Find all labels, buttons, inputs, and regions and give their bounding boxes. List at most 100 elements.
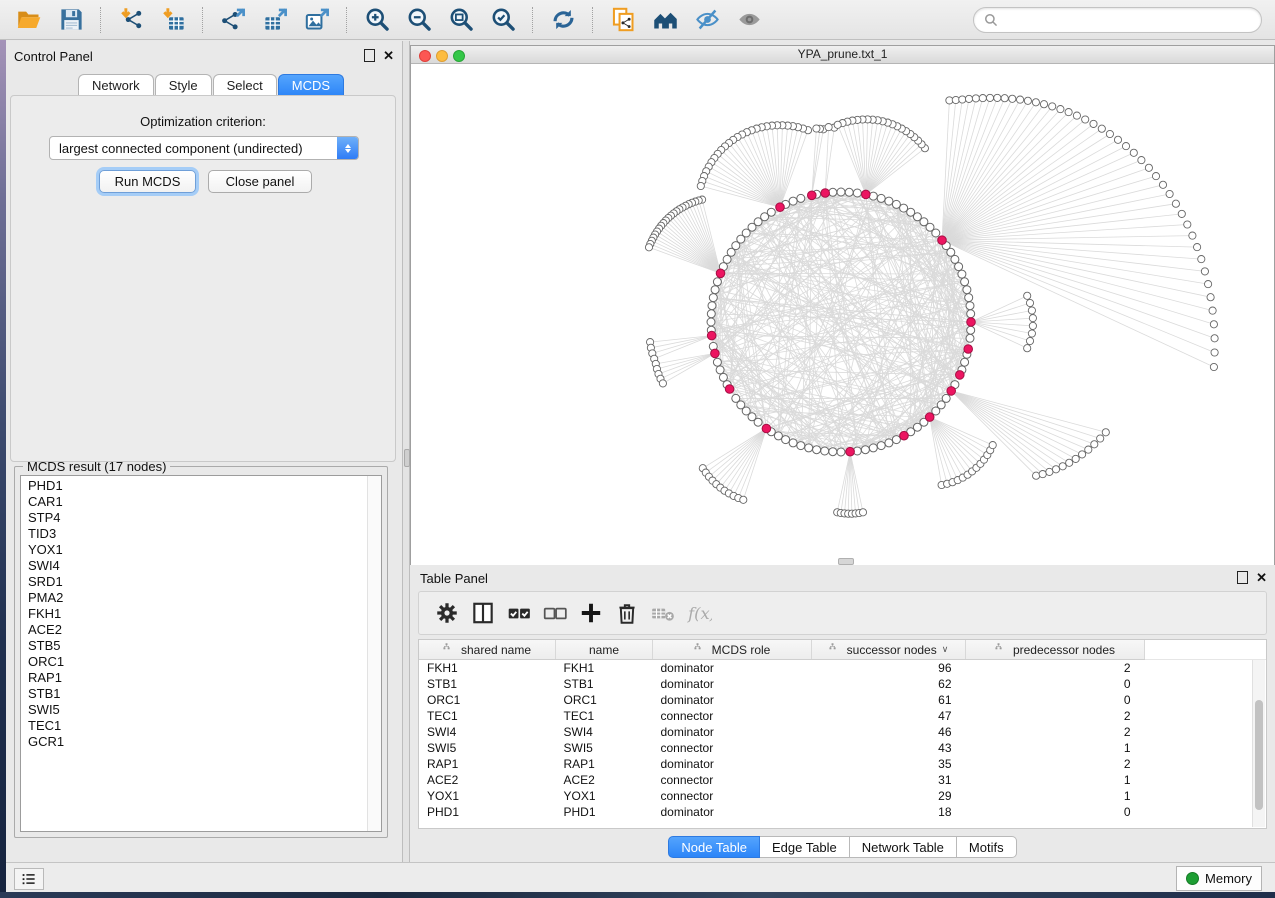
cell-mcds_role[interactable]: dominator [653, 804, 812, 820]
vertical-splitter[interactable] [402, 41, 410, 862]
table-settings-button[interactable] [433, 599, 461, 627]
cell-successor_nodes[interactable]: 46 [812, 724, 966, 740]
cell-successor_nodes[interactable]: 18 [812, 804, 966, 820]
cell-predecessor_nodes[interactable]: 1 [966, 740, 1145, 756]
delete-row-button[interactable] [613, 599, 641, 627]
table-row[interactable]: PHD1PHD1dominator180 [419, 804, 1266, 820]
open-session-button[interactable] [14, 5, 44, 35]
network-graph[interactable] [411, 64, 1274, 565]
cell-name[interactable]: ACE2 [556, 772, 653, 788]
cell-successor_nodes[interactable]: 29 [812, 788, 966, 804]
tab-node-table[interactable]: Node Table [668, 836, 760, 858]
memory-button[interactable]: Memory [1176, 866, 1262, 891]
zoom-selected-button[interactable] [488, 5, 518, 35]
run-mcds-button[interactable]: Run MCDS [99, 170, 196, 193]
mcds-result-item[interactable]: TEC1 [28, 718, 381, 734]
save-session-button[interactable] [56, 5, 86, 35]
cell-shared_name[interactable]: SWI4 [419, 724, 556, 740]
cell-successor_nodes[interactable]: 61 [812, 692, 966, 708]
mcds-result-item[interactable]: GCR1 [28, 734, 381, 750]
tab-motifs[interactable]: Motifs [957, 836, 1017, 858]
add-row-button[interactable] [577, 599, 605, 627]
cell-mcds_role[interactable]: dominator [653, 724, 812, 740]
table-row[interactable]: SWI5SWI5connector431 [419, 740, 1266, 756]
cell-predecessor_nodes[interactable]: 2 [966, 660, 1145, 677]
tab-mcds[interactable]: MCDS [278, 74, 344, 95]
deselect-all-button[interactable] [541, 599, 569, 627]
cell-mcds_role[interactable]: connector [653, 740, 812, 756]
mcds-result-item[interactable]: STB5 [28, 638, 381, 654]
cell-name[interactable]: SWI5 [556, 740, 653, 756]
horizontal-splitter-handle[interactable] [838, 558, 854, 565]
cell-mcds_role[interactable]: dominator [653, 756, 812, 772]
float-panel-icon[interactable] [364, 49, 375, 62]
cell-shared_name[interactable]: STB1 [419, 676, 556, 692]
mcds-result-item[interactable]: FKH1 [28, 606, 381, 622]
mcds-list-scrollbar[interactable] [367, 476, 381, 831]
table-row[interactable]: ORC1ORC1dominator610 [419, 692, 1266, 708]
column-header-shared-name[interactable]: shared name [419, 640, 556, 660]
column-header-successor-nodes[interactable]: successor nodes∨ [812, 640, 966, 660]
table-row[interactable]: STB1STB1dominator620 [419, 676, 1266, 692]
table-row[interactable]: FKH1FKH1dominator962 [419, 660, 1266, 677]
table-row[interactable]: TEC1TEC1connector472 [419, 708, 1266, 724]
cell-name[interactable]: SWI4 [556, 724, 653, 740]
tab-network[interactable]: Network [78, 74, 154, 95]
export-image-button[interactable] [302, 5, 332, 35]
minimize-window-icon[interactable] [436, 50, 448, 62]
cell-shared_name[interactable]: ACE2 [419, 772, 556, 788]
cell-successor_nodes[interactable]: 35 [812, 756, 966, 772]
cell-name[interactable]: RAP1 [556, 756, 653, 772]
cell-shared_name[interactable]: SWI5 [419, 740, 556, 756]
tab-edge-table[interactable]: Edge Table [760, 836, 850, 858]
mcds-result-list[interactable]: PHD1CAR1STP4TID3YOX1SWI4SRD1PMA2FKH1ACE2… [20, 475, 382, 832]
table-row[interactable]: RAP1RAP1dominator352 [419, 756, 1266, 772]
export-table-button[interactable] [260, 5, 290, 35]
mcds-result-item[interactable]: STB1 [28, 686, 381, 702]
cell-shared_name[interactable]: YOX1 [419, 788, 556, 804]
mcds-result-item[interactable]: RAP1 [28, 670, 381, 686]
tab-network-table[interactable]: Network Table [850, 836, 957, 858]
close-panel-button[interactable]: Close panel [208, 170, 312, 193]
mcds-result-item[interactable]: YOX1 [28, 542, 381, 558]
cell-predecessor_nodes[interactable]: 2 [966, 708, 1145, 724]
cell-name[interactable]: YOX1 [556, 788, 653, 804]
cell-name[interactable]: STB1 [556, 676, 653, 692]
mcds-result-item[interactable]: ACE2 [28, 622, 381, 638]
cell-successor_nodes[interactable]: 43 [812, 740, 966, 756]
criterion-dropdown[interactable]: largest connected component (undirected) [49, 136, 359, 160]
cell-successor_nodes[interactable]: 96 [812, 660, 966, 677]
cell-predecessor_nodes[interactable]: 2 [966, 756, 1145, 772]
tab-select[interactable]: Select [213, 74, 277, 95]
cell-mcds_role[interactable]: dominator [653, 676, 812, 692]
close-table-panel-icon[interactable]: ✕ [1256, 572, 1267, 583]
mcds-result-item[interactable]: SRD1 [28, 574, 381, 590]
close-panel-icon[interactable]: ✕ [383, 50, 394, 61]
cell-shared_name[interactable]: FKH1 [419, 660, 556, 677]
table-scrollbar[interactable] [1252, 660, 1265, 827]
clone-network-button[interactable] [608, 5, 638, 35]
search-box[interactable] [973, 7, 1262, 33]
show-columns-button[interactable] [469, 599, 497, 627]
cell-shared_name[interactable]: RAP1 [419, 756, 556, 772]
cell-name[interactable]: PHD1 [556, 804, 653, 820]
select-all-button[interactable] [505, 599, 533, 627]
cell-shared_name[interactable]: PHD1 [419, 804, 556, 820]
zoom-fit-button[interactable] [446, 5, 476, 35]
column-header-predecessor-nodes[interactable]: predecessor nodes [966, 640, 1145, 660]
network-canvas[interactable] [411, 64, 1274, 565]
search-input[interactable] [1005, 12, 1261, 29]
mcds-result-item[interactable]: STP4 [28, 510, 381, 526]
mcds-result-item[interactable]: ORC1 [28, 654, 381, 670]
close-window-icon[interactable] [419, 50, 431, 62]
apply-layout-button[interactable] [548, 5, 578, 35]
import-table-button[interactable] [158, 5, 188, 35]
cell-shared_name[interactable]: TEC1 [419, 708, 556, 724]
column-header-MCDS-role[interactable]: MCDS role [653, 640, 812, 660]
task-history-button[interactable] [14, 868, 44, 890]
cell-shared_name[interactable]: ORC1 [419, 692, 556, 708]
cell-predecessor_nodes[interactable]: 1 [966, 788, 1145, 804]
cell-predecessor_nodes[interactable]: 0 [966, 676, 1145, 692]
app-home-button[interactable] [650, 5, 680, 35]
cell-name[interactable]: FKH1 [556, 660, 653, 677]
